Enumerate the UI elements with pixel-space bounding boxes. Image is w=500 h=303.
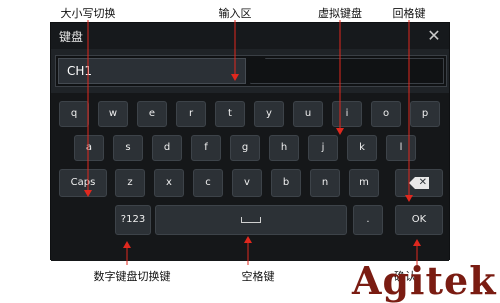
arrow-backspace [405,195,413,202]
arrow-input-area [231,74,239,81]
arrow-case-switch [84,190,92,197]
arrow-confirm [413,239,421,246]
arrow-virtual-keyboard [336,128,344,135]
annotation-lines [84,20,421,265]
agitek-logo: Agitek [352,258,497,303]
arrow-numeric-switch [123,241,131,248]
arrow-space [244,236,252,243]
